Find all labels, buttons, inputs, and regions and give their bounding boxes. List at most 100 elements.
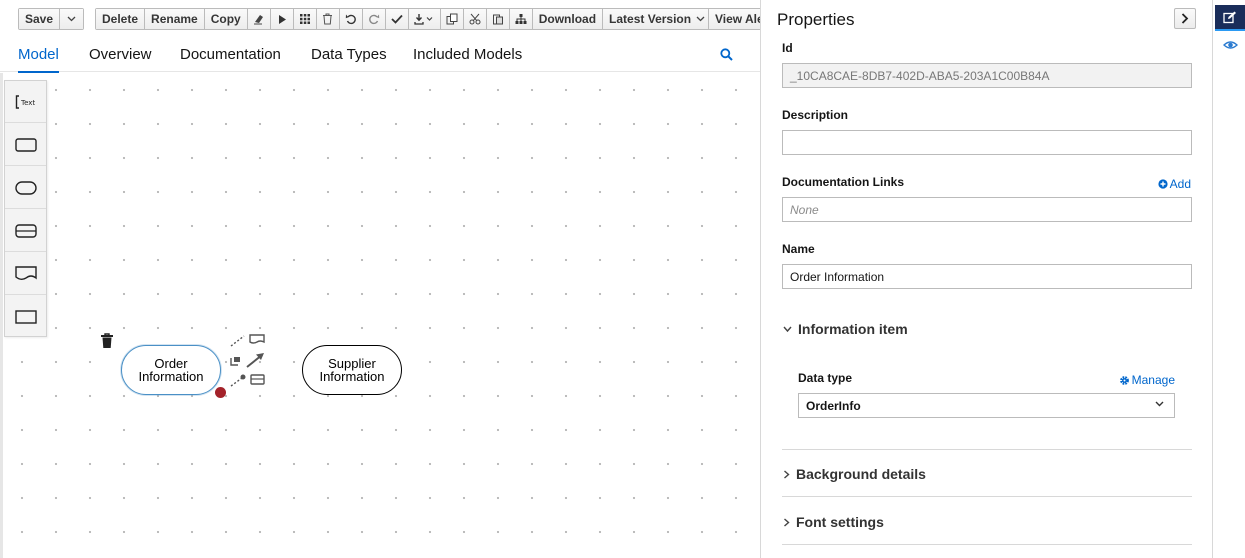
decision-service-icon [14,310,37,324]
data-type-label: Data type [798,371,853,385]
palette-business-knowledge-model[interactable] [5,210,46,252]
properties-toggle-button[interactable] [1215,5,1245,31]
input-data-icon [14,180,37,195]
chevron-down-icon [1155,401,1164,407]
save-button[interactable]: Save [19,9,61,29]
name-field[interactable]: Order Information [782,264,1192,289]
save-options-dropdown[interactable] [60,9,84,29]
node-label: Supplier Information [319,356,385,384]
palette-input-data[interactable] [5,167,46,209]
data-type-value: OrderInfo [806,399,861,413]
tab-included-models[interactable]: Included Models [413,46,522,72]
gear-icon [1119,375,1129,385]
chevron-right-icon [784,469,790,479]
redo-icon [368,14,379,25]
export-dropdown[interactable] [408,9,441,29]
delete-selection-button[interactable] [316,9,340,29]
validate-button[interactable] [385,9,409,29]
connection-handle[interactable] [215,387,226,398]
text-annotation-icon: Text [15,94,35,109]
business-knowledge-model-icon [14,223,37,238]
delete-button[interactable]: Delete [96,9,146,29]
section-title: Background details [796,466,926,482]
hierarchy-icon [515,14,527,24]
section-title: Font settings [796,514,884,530]
grid-button[interactable] [293,9,317,29]
documentation-links-field[interactable]: None [782,197,1192,222]
tab-model[interactable]: Model [18,46,59,74]
node-order-information[interactable]: Order Information [121,345,221,395]
download-button[interactable]: Download [532,9,604,29]
redo-button[interactable] [362,9,386,29]
tab-documentation[interactable]: Documentation [180,46,281,72]
name-label: Name [782,242,815,256]
editor-tabs: Model Overview Documentation Data Types … [0,38,760,74]
chevron-right-icon [784,517,790,527]
latest-version-dropdown[interactable]: Latest Version [603,9,712,29]
properties-panel: Properties Id _10CA8CAE-8DB7-402D-ABA5-2… [760,0,1212,558]
collapse-panel-button[interactable] [1174,8,1196,29]
description-field[interactable] [782,130,1192,155]
file-actions-group: Delete Rename Copy Download Latest Versi… [95,8,713,30]
information-item-section-toggle[interactable]: Information item [783,321,908,337]
id-field: _10CA8CAE-8DB7-402D-ABA5-203A1C00B84A [782,63,1192,88]
view-alerts-button[interactable]: View Ale [709,9,760,29]
tab-overview[interactable]: Overview [89,46,152,72]
play-icon [278,14,286,24]
eye-icon [1222,41,1238,49]
chevron-down-icon [696,16,705,22]
play-button[interactable] [270,9,294,29]
section-divider [782,496,1192,497]
palette-decision-service[interactable] [5,296,46,338]
trash-icon [101,333,113,348]
add-label: Add [1169,177,1191,191]
copy-selection-button[interactable] [440,9,464,29]
section-title: Information item [798,321,908,337]
node-supplier-information[interactable]: Supplier Information [302,345,402,395]
description-label: Description [782,108,849,122]
documentation-links-label: Documentation Links [782,175,905,189]
cut-button[interactable] [463,9,487,29]
diagram-layout-button[interactable] [509,9,533,29]
palette-decision[interactable] [5,124,46,166]
font-settings-section-toggle[interactable]: Font settings [783,514,884,530]
add-documentation-link-button[interactable]: Add [1158,177,1191,191]
rename-button[interactable]: Rename [145,9,205,29]
palette-knowledge-source[interactable] [5,253,46,295]
edit-icon [1223,11,1236,23]
undo-icon [345,14,356,25]
copy-icon [446,13,458,25]
node-label: Order Information [138,356,204,384]
shape-palette: Text [4,80,47,337]
knowledge-source-icon [14,265,37,280]
checkmark-icon [391,14,403,24]
palette-text-annotation[interactable]: Text [5,81,46,123]
panel-title: Properties [777,10,855,29]
tab-data-types[interactable]: Data Types [311,46,387,72]
plus-circle-icon [1158,179,1168,189]
side-rail [1212,0,1245,558]
editor-toolbar: Save Delete Rename Copy Download Latest … [0,0,760,38]
background-details-section-toggle[interactable]: Background details [783,466,926,482]
eraser-button[interactable] [247,9,271,29]
trash-icon [323,13,333,25]
manage-data-types-button[interactable]: Manage [1119,373,1175,387]
preview-toggle-button[interactable] [1215,32,1245,58]
manage-label: Manage [1131,373,1175,387]
diagram-canvas[interactable] [0,73,760,558]
chevron-right-icon [1181,13,1189,24]
grid-icon [299,14,310,24]
undo-button[interactable] [339,9,363,29]
paste-button[interactable] [486,9,510,29]
data-type-select[interactable]: OrderInfo [798,393,1175,418]
connector-icons [230,334,265,387]
eraser-icon [253,15,263,25]
node-delete-button[interactable] [100,333,114,354]
copy-button[interactable]: Copy [204,9,248,29]
download-icon [414,14,433,25]
search-button[interactable] [720,48,733,66]
view-alerts-group: View Ale [708,8,760,30]
scissors-icon [469,13,481,25]
svg-text:Text: Text [20,99,35,107]
latest-version-label: Latest Version [609,12,692,26]
